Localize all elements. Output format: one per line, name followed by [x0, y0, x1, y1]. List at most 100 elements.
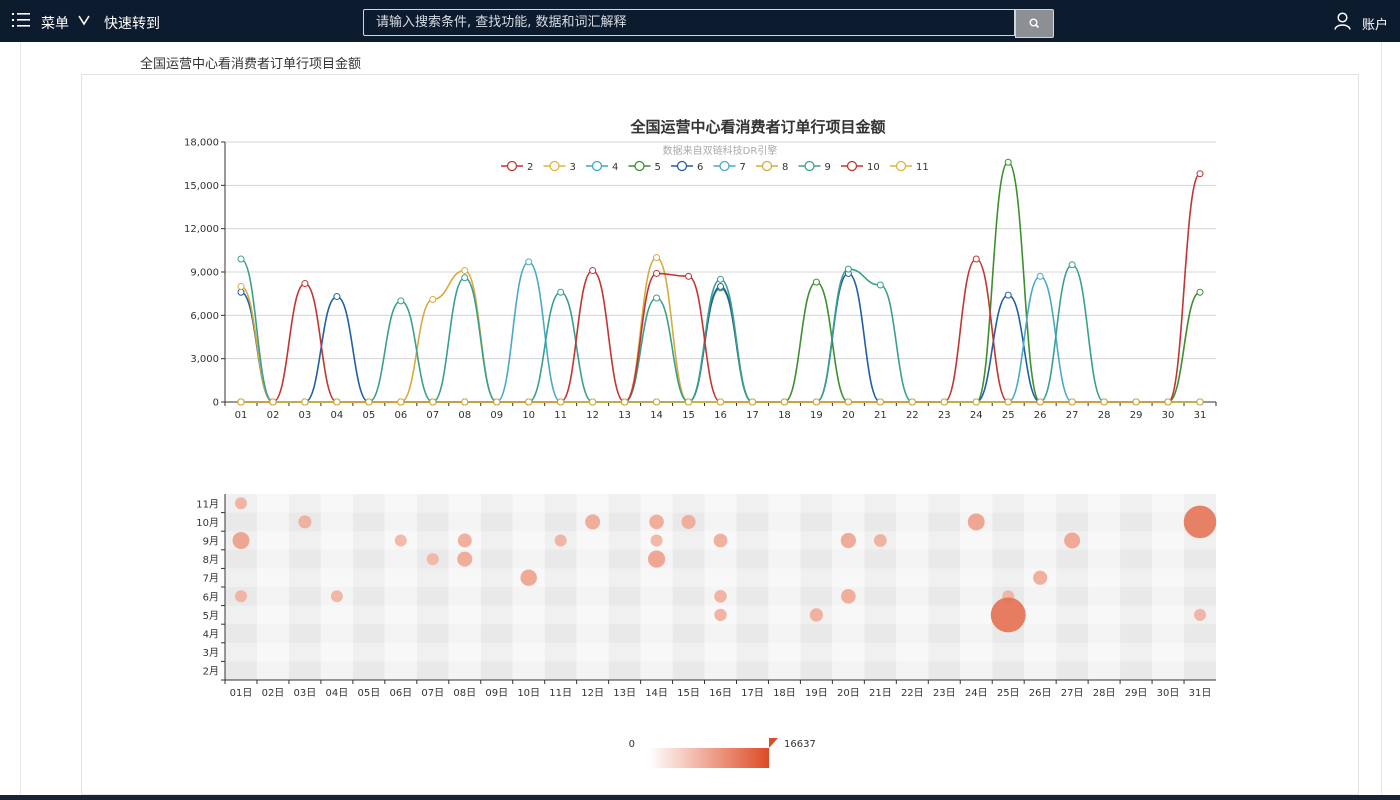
data-point	[1196, 170, 1204, 178]
legend-label: 9	[825, 162, 831, 173]
x-category-label: 21日	[869, 688, 892, 699]
legend-item-5: 5	[628, 160, 661, 173]
data-point	[365, 398, 373, 406]
row-band	[225, 642, 1216, 662]
legend-marker	[549, 160, 560, 172]
data-point	[525, 258, 533, 266]
bubble-point	[681, 514, 696, 529]
y-category-label: 7月	[203, 573, 219, 585]
data-point	[685, 272, 693, 280]
x-tick-label: 29	[1130, 410, 1143, 421]
legend-marker	[506, 160, 518, 172]
y-category-label: 5月	[203, 610, 219, 622]
data-point	[940, 398, 948, 406]
data-point	[844, 265, 852, 273]
x-category-label: 18日	[773, 688, 796, 699]
bubble-chart: 2月 3月 4月 5月 6月 7月 8月 9月 10月 11月 01日 02日 03日 04日 05日 06日…	[196, 494, 1217, 699]
x-tick-label: 05	[362, 410, 375, 421]
x-tick-label: 09	[490, 410, 503, 421]
legend-label: 2	[527, 162, 533, 173]
data-point	[876, 398, 884, 406]
y-category-label: 9月	[203, 536, 219, 548]
bubble-point	[841, 589, 856, 604]
data-point	[589, 267, 597, 275]
x-tick-label: 10	[522, 410, 535, 421]
data-point	[269, 398, 277, 406]
x-category-label: 28日	[1093, 688, 1116, 699]
bubble-point	[457, 551, 473, 567]
data-point	[876, 281, 884, 289]
data-point	[397, 297, 405, 305]
x-category-label: 07日	[421, 688, 444, 699]
bubble-point	[298, 515, 312, 529]
legend-item-6: 6	[671, 160, 703, 173]
data-point	[717, 275, 724, 283]
x-category-label: 30日	[1157, 688, 1180, 699]
x-tick-label: 11	[554, 410, 567, 421]
y-category-label: 6月	[203, 591, 219, 603]
legend-item-8: 8	[756, 160, 788, 173]
x-category-label: 14日	[645, 688, 668, 699]
x-category-label: 04日	[326, 688, 349, 699]
y-category-label: 2月	[203, 666, 219, 678]
data-point	[493, 398, 501, 406]
data-point	[748, 398, 756, 406]
data-point	[461, 274, 469, 282]
bubble-point	[1194, 608, 1207, 621]
data-point	[844, 398, 852, 406]
bubble-point	[234, 497, 247, 510]
legend-marker	[761, 160, 773, 172]
x-tick-label: 26	[1034, 410, 1047, 421]
x-category-label: 15日	[677, 688, 700, 699]
data-point	[1036, 398, 1044, 406]
legend-label: 10	[867, 162, 880, 173]
data-point	[237, 255, 245, 263]
x-category-label: 25日	[997, 688, 1020, 699]
data-point	[685, 398, 693, 406]
x-tick-label: 06	[394, 410, 407, 421]
bubble-point	[457, 533, 472, 548]
x-tick-label: 12	[586, 410, 599, 421]
bubble-point	[647, 550, 666, 568]
x-tick-label: 18	[778, 410, 791, 421]
chart-canvas: 全国运营中心看消费者订单行项目金额数据来自双链科技DR引擎 0 3,000 6,000…	[184, 118, 1217, 768]
bubble-point	[990, 597, 1026, 633]
y-tick-label: 12,000	[184, 224, 219, 235]
x-tick-label: 22	[906, 410, 919, 421]
data-point	[397, 398, 405, 406]
visual-map-min-label: 0	[629, 739, 635, 750]
bubble-point	[714, 590, 727, 603]
data-point	[908, 398, 916, 406]
data-point	[812, 398, 820, 406]
x-category-label: 19日	[805, 688, 828, 699]
data-point	[1004, 158, 1012, 166]
y-tick-label: 18,000	[184, 138, 219, 149]
x-tick-label: 27	[1066, 410, 1079, 421]
x-category-label: 05日	[357, 688, 380, 699]
legend-item-11: 11	[890, 160, 929, 173]
bubble-point	[426, 553, 439, 566]
data-point	[1100, 398, 1108, 406]
data-point	[557, 288, 565, 296]
data-point	[972, 398, 980, 406]
bubble-point	[232, 532, 250, 549]
x-category-label: 24日	[965, 688, 988, 699]
data-point	[237, 282, 245, 290]
x-tick-label: 07	[426, 410, 439, 421]
x-tick-label: 04	[331, 410, 344, 421]
y-category-label: 8月	[203, 554, 219, 566]
legend-item-7: 7	[713, 160, 746, 173]
bubble-point	[714, 608, 727, 622]
data-point	[333, 293, 341, 301]
x-category-label: 01日	[230, 688, 253, 699]
legend-item-10: 10	[841, 160, 880, 173]
legend-label: 5	[655, 162, 661, 173]
data-point	[972, 255, 980, 263]
bubble-point	[873, 534, 887, 547]
data-point	[1068, 261, 1076, 269]
legend-label: 6	[697, 162, 703, 173]
row-band	[225, 624, 1216, 643]
legend-marker	[804, 160, 815, 172]
row-band	[225, 550, 1216, 569]
x-category-label: 06日	[389, 688, 412, 699]
